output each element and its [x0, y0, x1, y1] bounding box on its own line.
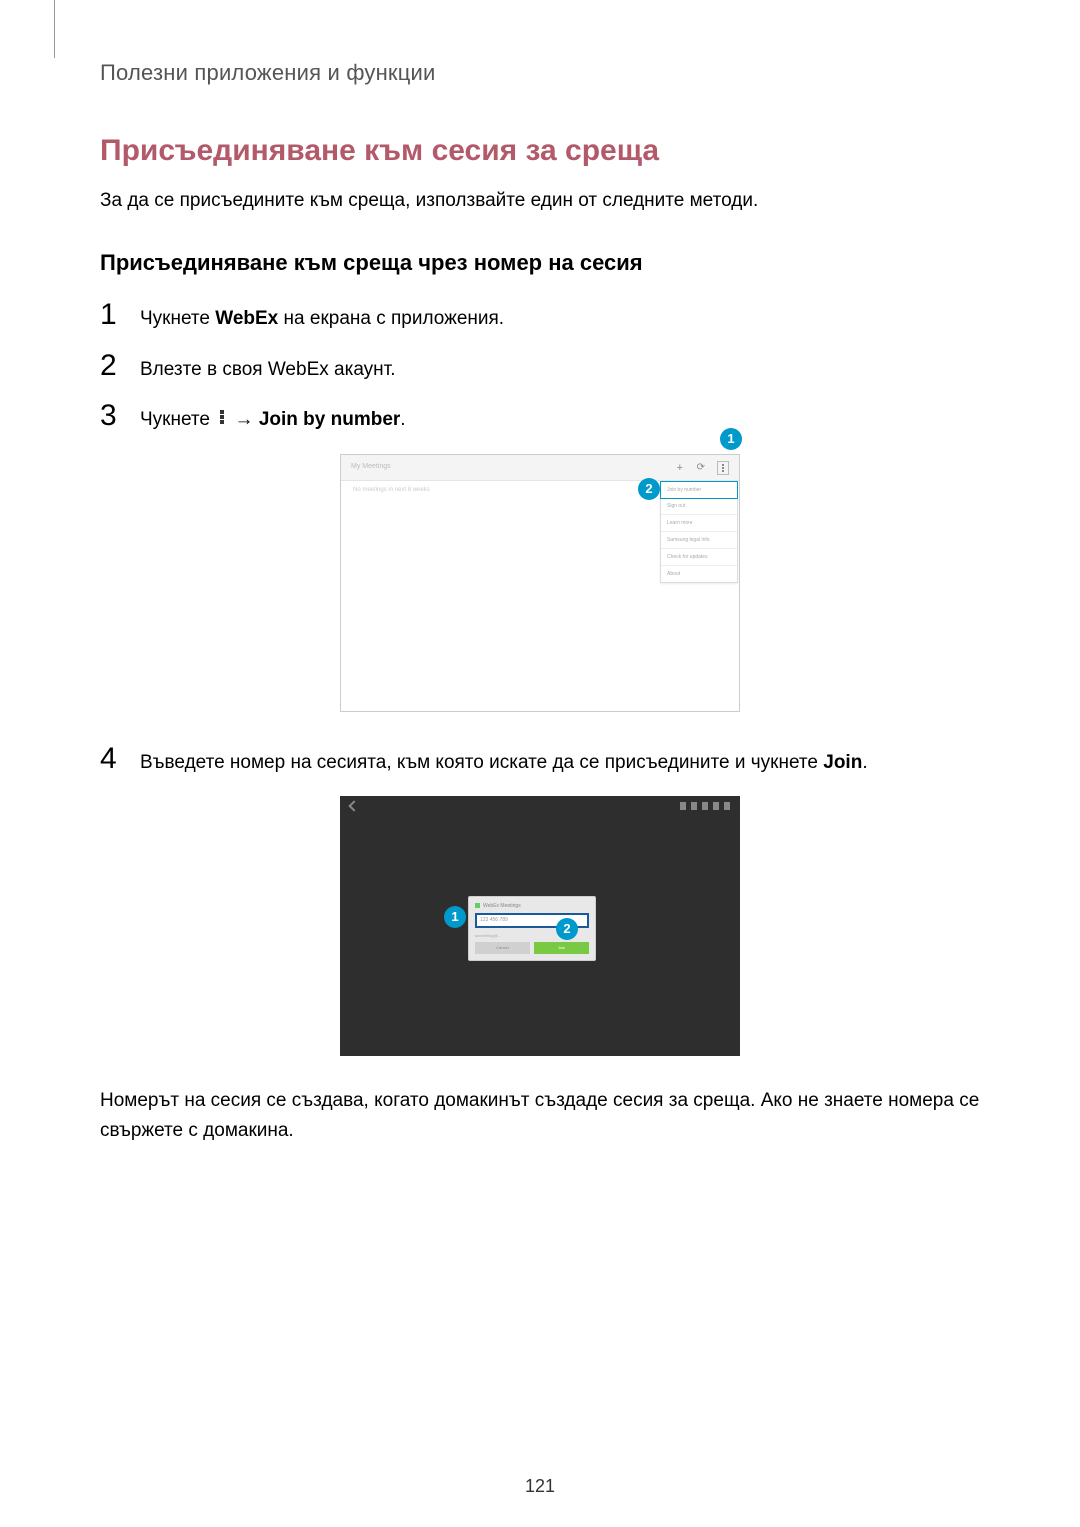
status-icon: [691, 802, 697, 810]
callout-1: 1: [444, 906, 466, 928]
app-topbar: My Meetings + ⟳: [341, 455, 739, 481]
menu-item[interactable]: Check for updates: [661, 549, 737, 566]
step-number: 1: [100, 298, 126, 332]
status-icon: [680, 802, 686, 810]
screenshot-join-dialog: WebEx Meetings 123 456 789 something@...…: [340, 796, 740, 1056]
step-3: 3 Чукнете → Join by number.: [100, 399, 980, 435]
callout-2: 2: [556, 918, 578, 940]
arrow-text: →: [229, 409, 259, 430]
status-bar: [680, 802, 730, 810]
refresh-icon[interactable]: ⟳: [697, 462, 705, 473]
text: Чукнете: [140, 308, 215, 329]
menu-item[interactable]: Samsung legal info: [661, 532, 737, 549]
more-icon[interactable]: [717, 461, 729, 475]
cancel-button[interactable]: Cancel: [475, 942, 530, 954]
bold-text: Join: [823, 752, 862, 773]
status-icon: [724, 802, 730, 810]
bold-text: Join by number: [259, 409, 400, 430]
empty-state-text: No meetings in next 8 weeks: [353, 487, 430, 493]
status-icon: [713, 802, 719, 810]
breadcrumb: Полезни приложения и функции: [100, 60, 980, 86]
step-2: 2 Влезте в своя WebEx акаунт.: [100, 349, 980, 385]
screenshot-1-container: 1 2 My Meetings + ⟳ No meetings in next …: [340, 454, 740, 712]
section-title: Присъединяване към сесия за среща: [100, 134, 980, 168]
more-icon: [215, 409, 229, 427]
callout-2: 2: [638, 478, 660, 500]
side-rule: [54, 0, 55, 58]
bold-text: WebEx: [215, 308, 278, 329]
step-number: 4: [100, 742, 126, 776]
page-content: Полезни приложения и функции Присъединяв…: [0, 0, 1080, 1187]
subsection-title: Присъединяване към среща чрез номер на с…: [100, 250, 980, 276]
menu-item[interactable]: Learn more: [661, 515, 737, 532]
dialog-buttons: Cancel Join: [475, 942, 589, 954]
steps-list: 1 Чукнете WebEx на екрана с приложения. …: [100, 298, 980, 435]
menu-item[interactable]: About: [661, 566, 737, 582]
page-number: 121: [0, 1476, 1080, 1497]
step-body: Въведете номер на сесията, към която иск…: [140, 748, 868, 778]
step-body: Влезте в своя WebEx акаунт.: [140, 355, 396, 385]
screenshot-meetings-list: My Meetings + ⟳ No meetings in next 8 we…: [340, 454, 740, 712]
footer-note: Номерът на сесия се създава, когато дома…: [100, 1086, 980, 1147]
screenshot-2-container: 1 2 WebEx Meetings 123 456 789 something…: [340, 796, 740, 1056]
step-4: 4 Въведете номер на сесията, към която и…: [100, 742, 980, 778]
step-number: 3: [100, 399, 126, 433]
menu-item[interactable]: Sign out: [661, 498, 737, 515]
intro-text: За да се присъедините към среща, използв…: [100, 186, 980, 216]
step-body: Чукнете → Join by number.: [140, 405, 406, 435]
step-body: Чукнете WebEx на екрана с приложения.: [140, 304, 504, 334]
text: Въведете номер на сесията, към която иск…: [140, 752, 823, 773]
callout-1: 1: [720, 428, 742, 450]
step-1: 1 Чукнете WebEx на екрана с приложения.: [100, 298, 980, 334]
menu-item-join-by-number[interactable]: Join by number: [660, 481, 738, 499]
dialog-title: WebEx Meetings: [475, 903, 589, 909]
topbar-title: My Meetings: [351, 463, 391, 470]
step-number: 2: [100, 349, 126, 383]
overflow-menu: Join by number Sign out Learn more Samsu…: [660, 481, 738, 583]
text: .: [400, 409, 405, 430]
text: на екрана с приложения.: [278, 308, 504, 329]
text: .: [862, 752, 867, 773]
plus-icon[interactable]: +: [677, 462, 683, 474]
status-icon: [702, 802, 708, 810]
text: Чукнете: [140, 409, 215, 430]
back-icon[interactable]: [348, 800, 359, 811]
join-button[interactable]: Join: [534, 942, 589, 954]
